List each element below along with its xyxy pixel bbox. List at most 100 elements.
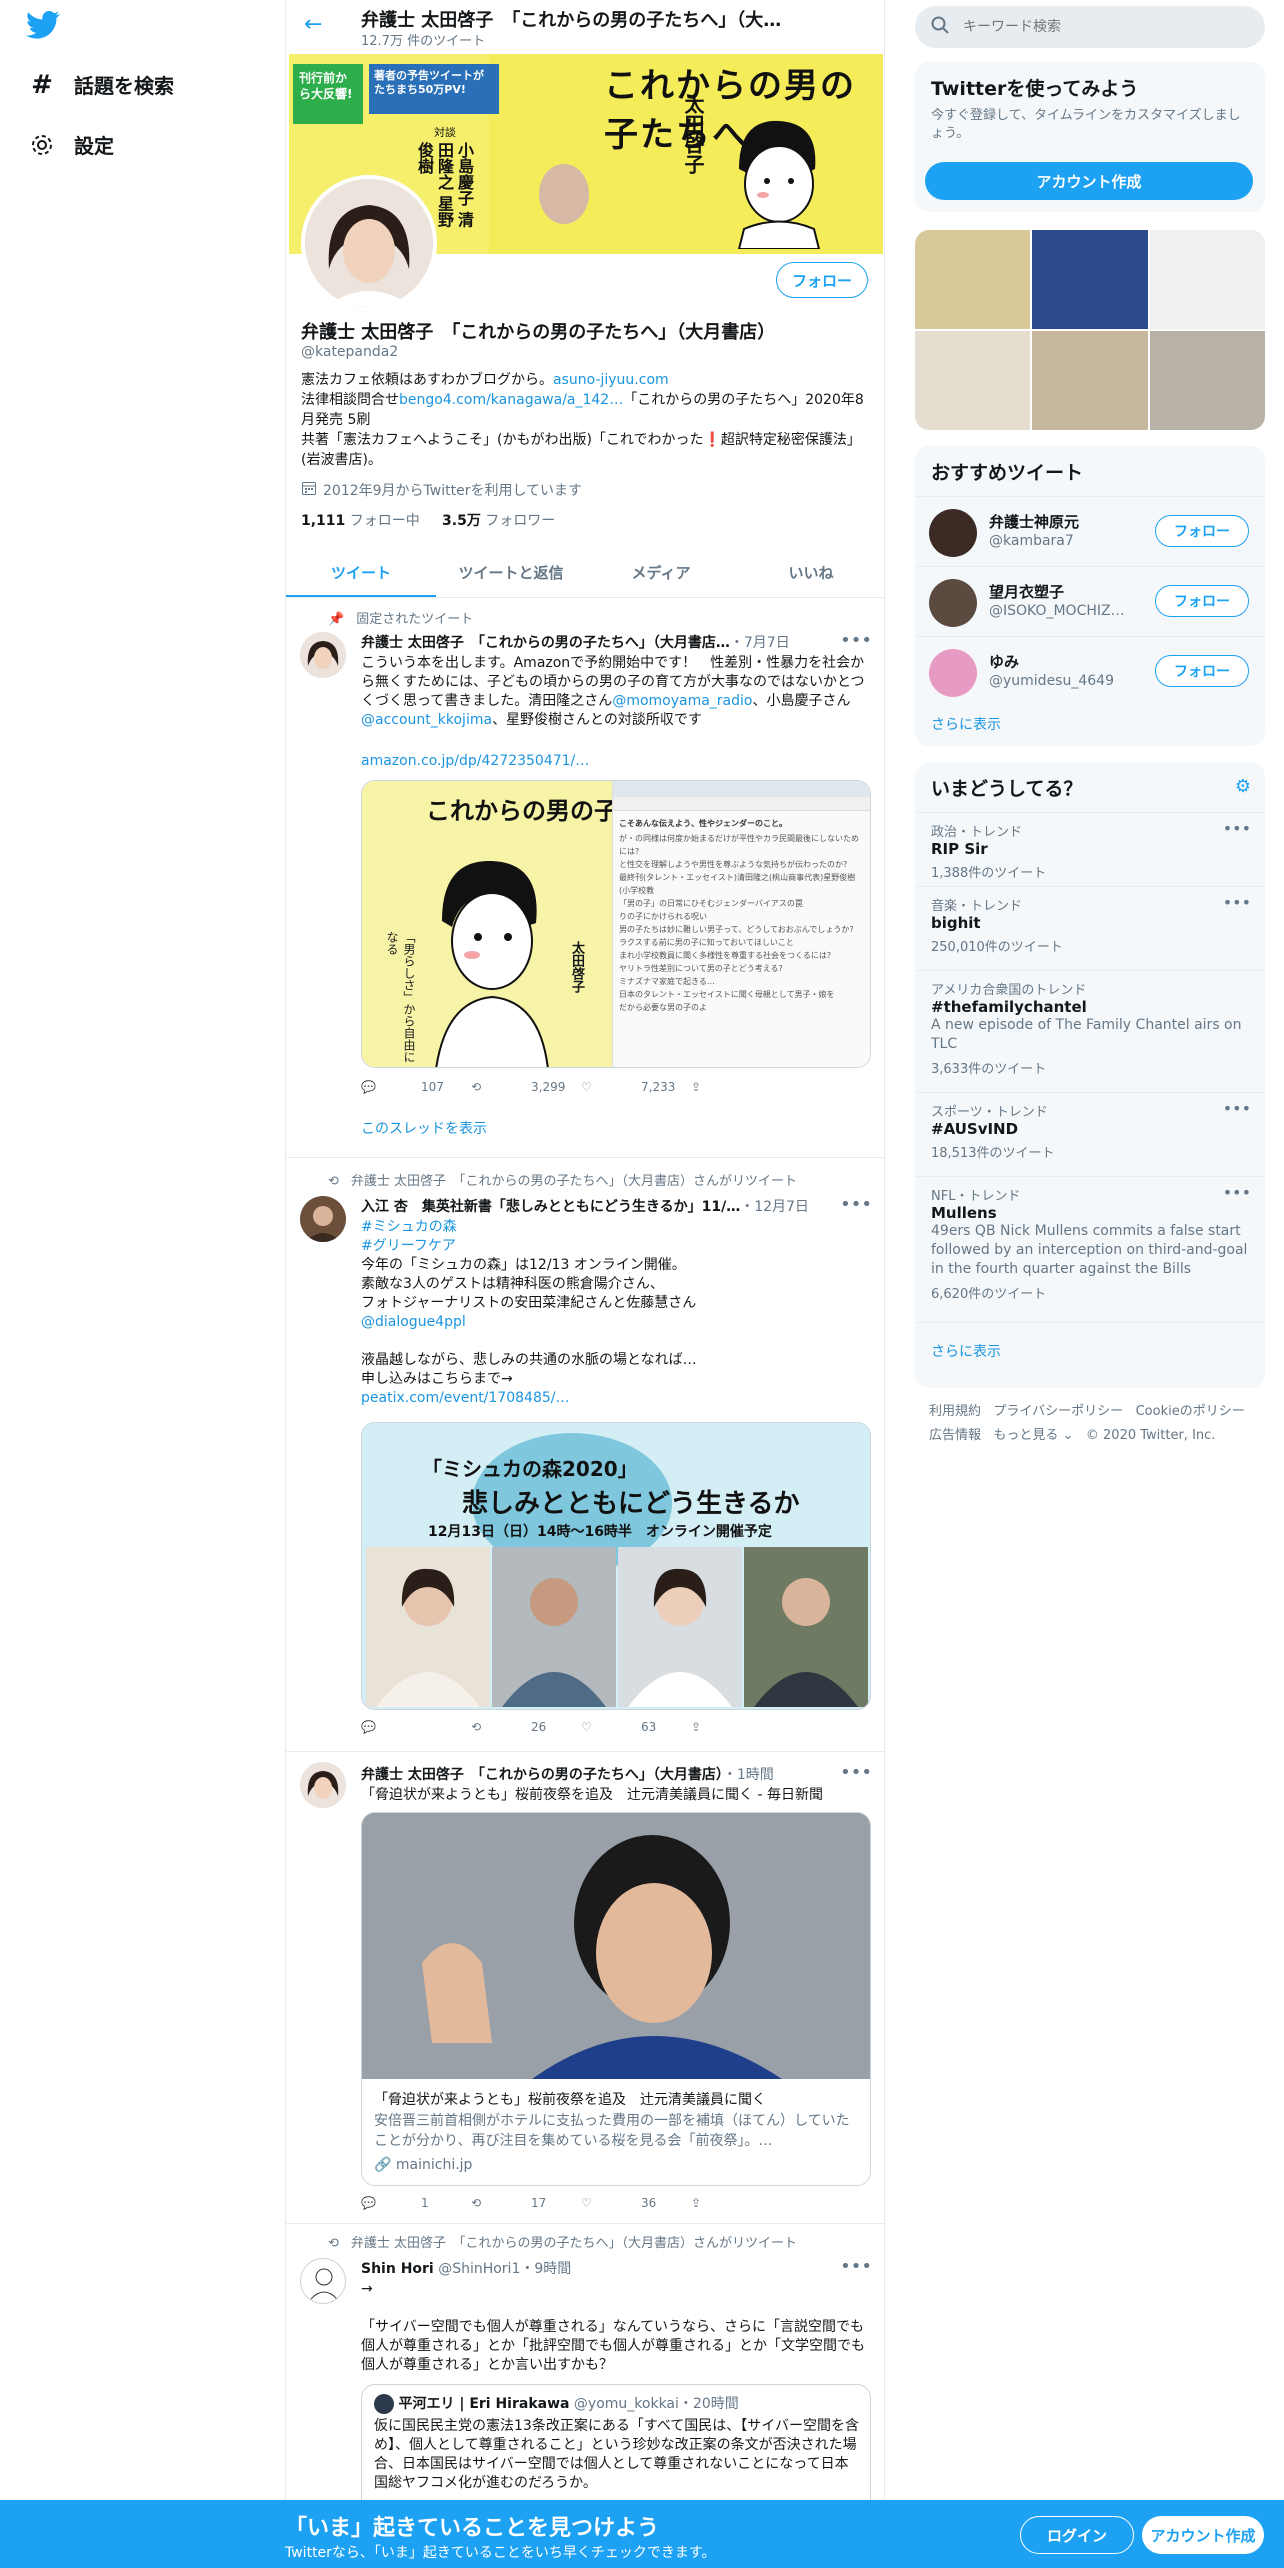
media-thumb[interactable] — [915, 331, 1031, 430]
more-icon[interactable]: ••• — [1223, 1183, 1251, 1202]
share-button[interactable]: ⇪ — [691, 2196, 801, 2210]
avatar[interactable] — [300, 2258, 346, 2304]
tweet-news[interactable]: 弁護士 太田啓子 「これからの男の子たちへ」（大月書店）・1時間 ••• 「脅迫… — [286, 1752, 884, 2224]
tab-likes[interactable]: いいね — [736, 548, 884, 597]
twitter-logo-icon[interactable] — [26, 10, 66, 46]
follow-button[interactable]: フォロー — [1155, 655, 1249, 687]
tweet-pinned[interactable]: 📌 固定されたツイート 弁護士 太田啓子 「これからの男の子たちへ」（大月書店…・… — [286, 598, 884, 1158]
bottombar-signup-button[interactable]: アカウント作成 — [1142, 2516, 1264, 2554]
share-button[interactable]: ⇪ — [691, 1720, 801, 1734]
trend-category: 政治・トレンド — [931, 825, 1023, 840]
tweet-retweet[interactable]: ⟲ 弁護士 太田啓子 「これからの男の子たちへ」（大月書店）さんがリツイート Sh… — [286, 2224, 884, 2524]
reply-button[interactable]: 💬 1 — [361, 2196, 471, 2210]
show-thread-link[interactable]: このスレッドを表示 — [361, 1120, 871, 1139]
trends-more-link[interactable]: さらに表示 — [931, 1341, 1001, 1361]
more-icon[interactable]: ••• — [840, 1194, 872, 1215]
hashtag-link[interactable]: #ミシュカの森 — [361, 1219, 457, 1235]
tweet-retweet[interactable]: ⟲ 弁護士 太田啓子 「これからの男の子たちへ」（大月書店）さんがリツイート 入江… — [286, 1158, 884, 1752]
more-icon[interactable]: ••• — [1223, 819, 1251, 838]
follow-button[interactable]: フォロー — [1155, 585, 1249, 617]
profile-avatar[interactable] — [301, 175, 437, 311]
footer-privacy-link[interactable]: プライバシーポリシー — [993, 1404, 1123, 1419]
mention-link[interactable]: @account_kkojima — [361, 712, 492, 728]
tweet-time[interactable]: ・9時間 — [520, 2261, 571, 2277]
recommend-user[interactable]: ゆみ @yumidesu_4649 フォロー — [915, 636, 1265, 706]
media-thumb[interactable] — [1149, 230, 1265, 329]
screenshot-heading: こそあんな伝えよう、性やジェンダーのこと。 — [619, 819, 787, 828]
search-input[interactable] — [963, 19, 1223, 35]
share-button[interactable]: ⇪ — [691, 1080, 801, 1094]
tweet-time[interactable]: ・1時間 — [723, 1767, 774, 1783]
reply-button[interactable]: 💬 107 — [361, 1080, 471, 1094]
follow-button[interactable]: フォロー — [1155, 515, 1249, 547]
footer-terms-link[interactable]: 利用規約 — [929, 1404, 981, 1419]
back-arrow-icon[interactable]: ← — [304, 12, 322, 37]
tweet-author[interactable]: 弁護士 太田啓子 「これからの男の子たちへ」（大月書店… — [361, 635, 730, 651]
avatar[interactable] — [300, 1762, 346, 1808]
tab-tweets-replies[interactable]: ツイートと返信 — [436, 548, 586, 597]
media-thumb[interactable] — [1032, 331, 1148, 430]
tweet-time[interactable]: ・7月7日 — [730, 635, 790, 651]
following-link[interactable]: 1,111 フォロー中 — [301, 513, 420, 529]
footer-more-link[interactable]: もっと見る — [993, 1428, 1058, 1443]
bottom-signup-bar: 「いま」起きていることを見つけよう Twitterなら、「いま」起きていることを… — [0, 2500, 1284, 2568]
create-account-button[interactable]: アカウント作成 — [925, 162, 1253, 200]
tweet-url-link[interactable]: peatix.com/event/1708485/… — [361, 1390, 569, 1406]
boy-illustration — [435, 860, 549, 1067]
tweet-author[interactable]: 入江 杏 集英社新書「悲しみとともにどう生きるか」11/… — [361, 1199, 740, 1215]
trend-item[interactable]: アメリカ合衆国のトレンド #thefamilychantel A new epi… — [915, 970, 1265, 1092]
hashtag-link[interactable]: #グリーフケア — [361, 1238, 456, 1254]
bio-link-asuno[interactable]: asuno-jiyuu.com — [553, 372, 669, 388]
recommend-user[interactable]: 望月衣塑子 @ISOKO_MOCHIZ… フォロー — [915, 566, 1265, 636]
retweet-button[interactable]: ⟲ 3,299 — [471, 1080, 581, 1094]
tweet-url-link[interactable]: amazon.co.jp/dp/4272350471/… — [361, 752, 871, 771]
recommend-user[interactable]: 弁護士神原元 @kambara7 フォロー — [915, 496, 1265, 566]
retweet-button[interactable]: ⟲ 17 — [471, 2196, 581, 2210]
media-thumb[interactable] — [1149, 331, 1265, 430]
tweet-time[interactable]: ・12月7日 — [740, 1199, 809, 1215]
mention-link[interactable]: @momoyama_radio — [612, 693, 752, 709]
profile-name: 弁護士 太田啓子 「これからの男の子たちへ」（大月書店） — [301, 322, 776, 343]
quoted-tweet[interactable]: 平河エリ | Eri Hirakawa @yomu_kokkai・20時間 仮に… — [361, 2384, 871, 2514]
trend-item[interactable]: スポーツ・トレンド #AUSvIND 18,513件のツイート ••• — [915, 1092, 1265, 1176]
link-card[interactable]: 「脅迫状が来ようとも」桜前夜祭を追及 辻元清美議員に聞く 安倍晋三前首相側がホテ… — [361, 1812, 871, 2186]
search-box[interactable] — [915, 6, 1265, 48]
trend-item[interactable]: 政治・トレンド RIP Sir 1,388件のツイート ••• — [915, 812, 1265, 886]
footer-cookie-link[interactable]: Cookieのポリシー — [1136, 1404, 1245, 1419]
recommend-more-link[interactable]: さらに表示 — [931, 714, 1001, 734]
tweet-media[interactable]: これからの男の子たちへ 太田啓子 「男らしさ」から自由になる こそあんな伝えよう… — [361, 780, 871, 1068]
media-thumb[interactable] — [1032, 230, 1148, 329]
like-button[interactable]: ♡ 7,233 — [581, 1080, 691, 1094]
quoted-handle: @yomu_kokkai — [573, 2396, 679, 2412]
retweet-button[interactable]: ⟲ 26 — [471, 1720, 581, 1734]
media-grid[interactable] — [915, 230, 1265, 430]
tweet-author[interactable]: Shin Hori — [361, 2261, 434, 2277]
tweet-handle[interactable]: @ShinHori1 — [438, 2261, 520, 2277]
trend-item[interactable]: 音楽・トレンド bighit 250,010件のツイート ••• — [915, 886, 1265, 970]
nav-explore[interactable]: # 話題を検索 — [28, 70, 174, 100]
tab-media[interactable]: メディア — [586, 548, 736, 597]
profile-follow-button[interactable]: フォロー — [776, 262, 868, 298]
tweet-media[interactable]: 「ミシュカの森2020」 悲しみとともにどう生きるか 12月13日（日）14時〜… — [361, 1422, 871, 1710]
more-icon[interactable]: ••• — [840, 2256, 872, 2277]
nav-settings[interactable]: 設定 — [28, 130, 114, 159]
tweet-author[interactable]: 弁護士 太田啓子 「これからの男の子たちへ」（大月書店） — [361, 1767, 723, 1783]
more-icon[interactable]: ••• — [840, 1762, 872, 1783]
login-button[interactable]: ログイン — [1020, 2516, 1134, 2554]
followers-link[interactable]: 3.5万 フォロワー — [442, 513, 555, 529]
more-icon[interactable]: ••• — [840, 630, 872, 651]
avatar[interactable] — [300, 1196, 346, 1242]
trend-item[interactable]: NFL・トレンド Mullens 49ers QB Nick Mullens c… — [915, 1176, 1265, 1322]
bio-link-bengo4[interactable]: bengo4.com/kanagawa/a_142… — [399, 392, 623, 408]
reply-button[interactable]: 💬 — [361, 1720, 471, 1734]
mention-link[interactable]: @dialogue4ppl — [361, 1314, 466, 1330]
like-button[interactable]: ♡ 36 — [581, 2196, 691, 2210]
footer-ads-link[interactable]: 広告情報 — [929, 1428, 981, 1443]
gear-icon[interactable]: ⚙ — [1235, 776, 1251, 797]
tab-tweets[interactable]: ツイート — [286, 548, 436, 597]
like-button[interactable]: ♡ 63 — [581, 1720, 691, 1734]
avatar[interactable] — [300, 632, 346, 678]
more-icon[interactable]: ••• — [1223, 893, 1251, 912]
media-thumb[interactable] — [915, 230, 1031, 329]
more-icon[interactable]: ••• — [1223, 1099, 1251, 1118]
